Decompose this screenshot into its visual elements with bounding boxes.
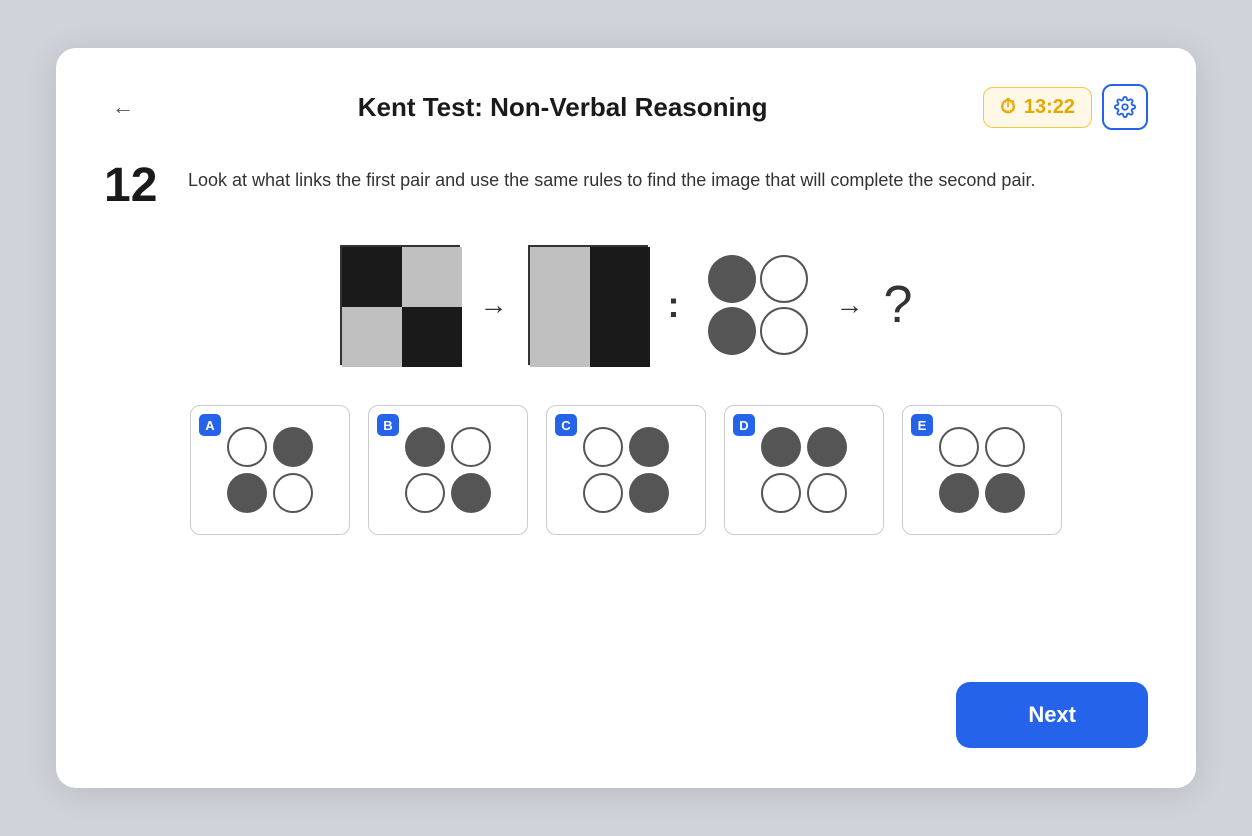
options-row: A B C (104, 405, 1148, 535)
grid-pair-1a (340, 245, 460, 365)
option-e-circles (935, 423, 1029, 517)
arrow-1: → (480, 289, 508, 321)
cell-1a-tl (342, 247, 402, 307)
next-button[interactable]: Next (956, 682, 1148, 748)
arrow-2: → (836, 289, 864, 321)
timer-value: 13:22 (1024, 96, 1075, 119)
question-mark: ? (884, 275, 913, 335)
gear-icon (1114, 96, 1136, 118)
option-c-circles (579, 423, 673, 517)
option-c-label: C (555, 414, 577, 436)
cell-1a-bl (342, 307, 402, 367)
option-b-label: B (377, 414, 399, 436)
circles-pair-2a (700, 247, 816, 363)
cell-1b-tr (590, 247, 650, 307)
option-e[interactable]: E (902, 405, 1062, 535)
timer-display: ⏱ 13:22 (983, 87, 1092, 128)
cell-1a-br (402, 307, 462, 367)
circle-2a-tl (708, 255, 756, 303)
timer-icon: ⏱ (1000, 96, 1016, 119)
option-c[interactable]: C (546, 405, 706, 535)
circle-2a-tr (760, 255, 808, 303)
option-a[interactable]: A (190, 405, 350, 535)
cell-1b-bl (530, 307, 590, 367)
quiz-card: ← Kent Test: Non-Verbal Reasoning ⏱ 13:2… (56, 48, 1196, 788)
back-button[interactable]: ← (104, 90, 142, 124)
header-controls: ⏱ 13:22 (983, 84, 1148, 130)
question-text: Look at what links the first pair and us… (188, 158, 1035, 195)
option-a-circles (223, 423, 317, 517)
cell-1b-br (590, 307, 650, 367)
option-b[interactable]: B (368, 405, 528, 535)
page-title: Kent Test: Non-Verbal Reasoning (142, 92, 983, 123)
circle-2a-br (760, 307, 808, 355)
option-b-circles (401, 423, 495, 517)
question-section: 12 Look at what links the first pair and… (104, 158, 1148, 213)
colon-separator: : (668, 284, 680, 326)
question-number: 12 (104, 158, 164, 213)
header: ← Kent Test: Non-Verbal Reasoning ⏱ 13:2… (104, 84, 1148, 130)
option-e-label: E (911, 414, 933, 436)
option-d-circles (757, 423, 851, 517)
option-a-label: A (199, 414, 221, 436)
settings-button[interactable] (1102, 84, 1148, 130)
circle-2a-bl (708, 307, 756, 355)
cell-1b-tl (530, 247, 590, 307)
option-d[interactable]: D (724, 405, 884, 535)
cell-1a-tr (402, 247, 462, 307)
option-d-label: D (733, 414, 755, 436)
diagram-area: → : → ? (104, 245, 1148, 365)
grid-pair-1b (528, 245, 648, 365)
